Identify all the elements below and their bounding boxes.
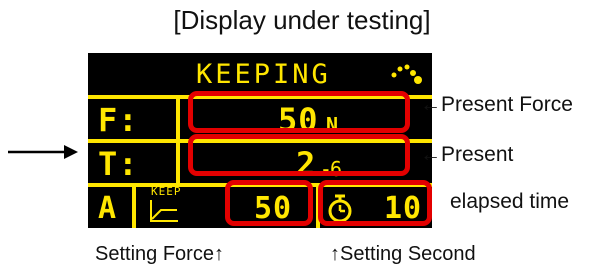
present-force-annotation: ←Present Force (420, 93, 573, 116)
present-time-highlight (188, 134, 410, 176)
time-label: T: (98, 145, 139, 183)
setting-second-annotation: ↑Setting Second (330, 243, 476, 265)
present-force-highlight (188, 91, 410, 133)
mode-label: KEEPING (196, 59, 331, 90)
keep-label: KEEP (151, 185, 182, 198)
setting-second-highlight (318, 180, 432, 226)
elapsed-time-annotation: elapsed time (450, 190, 570, 213)
activity-icon (388, 61, 424, 87)
setting-force-highlight (225, 180, 313, 226)
arrow-right-icon (8, 142, 78, 162)
force-label: F: (98, 101, 139, 139)
setting-force-annotation: Setting Force↑ (95, 243, 224, 265)
keep-ramp-icon (148, 198, 180, 224)
present-time-annotation: ←Present (420, 143, 514, 166)
page-title: [Display under testing] (173, 5, 431, 35)
mode-letter: A (98, 191, 118, 226)
